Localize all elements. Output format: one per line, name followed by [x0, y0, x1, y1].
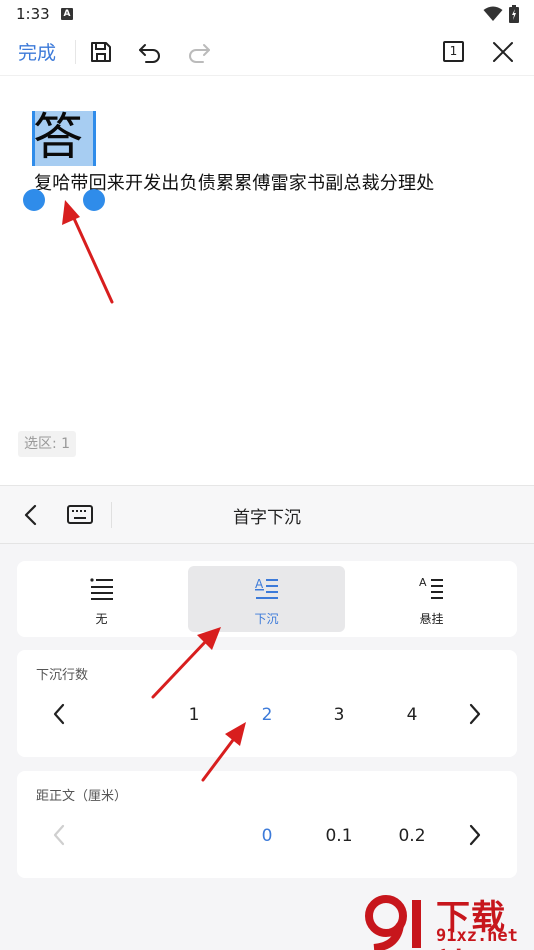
undo-icon[interactable]: [136, 38, 164, 66]
distance-label: 距正文（厘米）: [36, 789, 128, 804]
distance-value-0[interactable]: 0: [247, 826, 287, 846]
lines-next-chevron-icon[interactable]: [467, 702, 483, 726]
wifi-icon: [483, 6, 503, 21]
editor-toolbar: 完成 1: [0, 28, 534, 76]
list-icon: [90, 578, 113, 600]
distance-prev-chevron-icon[interactable]: [51, 823, 67, 847]
toolbar-divider: [75, 40, 76, 64]
dropcap-panel: 首字下沉 无 A 下沉 A 悬挂 下沉行数 1 2 3 4 距正文（厘米） 0 …: [0, 485, 534, 950]
redo-icon[interactable]: [185, 38, 213, 66]
option-hang-label: 悬挂: [419, 612, 444, 626]
lines-value-3[interactable]: 3: [319, 705, 359, 725]
notification-icon: A: [61, 8, 73, 20]
option-none-label: 无: [95, 612, 108, 626]
svg-text:A: A: [419, 576, 427, 589]
dropcap-style-card: 无 A 下沉 A 悬挂: [17, 561, 517, 637]
lines-prev-chevron-icon[interactable]: [51, 702, 67, 726]
watermark-logo-icon: [365, 895, 421, 950]
lines-value-2[interactable]: 2: [247, 705, 287, 725]
dropcap-character[interactable]: 答: [33, 107, 89, 167]
done-button[interactable]: 完成: [18, 38, 56, 65]
dropcap-hang-icon: A: [419, 576, 443, 599]
status-time: 1:33: [16, 5, 50, 23]
dropcap-distance-card: 距正文（厘米） 0 0.1 0.2: [17, 771, 517, 878]
svg-text:A: A: [255, 577, 264, 591]
status-bar: 1:33 A: [0, 0, 534, 28]
distance-value-0-2[interactable]: 0.2: [392, 826, 432, 846]
distance-next-chevron-icon[interactable]: [467, 823, 483, 847]
distance-value-0-1[interactable]: 0.1: [319, 826, 359, 846]
selection-handle-end[interactable]: [83, 189, 105, 211]
save-icon[interactable]: [87, 38, 115, 66]
option-hang[interactable]: A 悬挂: [353, 566, 510, 632]
lines-label: 下沉行数: [36, 668, 89, 683]
panel-title: 首字下沉: [233, 508, 301, 528]
lines-value-1[interactable]: 1: [174, 705, 214, 725]
lines-value-4[interactable]: 4: [392, 705, 432, 725]
option-sink-label: 下沉: [254, 612, 279, 626]
panel-header: 首字下沉: [0, 486, 534, 544]
battery-icon: [509, 5, 519, 23]
selection-count-badge: 选区: 1: [18, 431, 77, 457]
document-canvas[interactable]: 答 复哈带回来开发出负债累累傅雷家书副总裁分理处 选区: 1: [0, 77, 534, 485]
page-count: 1: [449, 44, 458, 58]
selection-edge-right: [93, 111, 96, 166]
dropcap-lines-card: 下沉行数 1 2 3 4: [17, 650, 517, 757]
close-icon[interactable]: [489, 38, 517, 66]
selection-handle-start[interactable]: [23, 189, 45, 211]
dropcap-sink-icon: A: [255, 577, 278, 599]
option-none[interactable]: 无: [23, 566, 180, 632]
page-count-button[interactable]: 1: [443, 41, 464, 62]
option-sink[interactable]: A 下沉: [188, 566, 345, 632]
watermark-url: 91xz.net: [436, 926, 518, 946]
